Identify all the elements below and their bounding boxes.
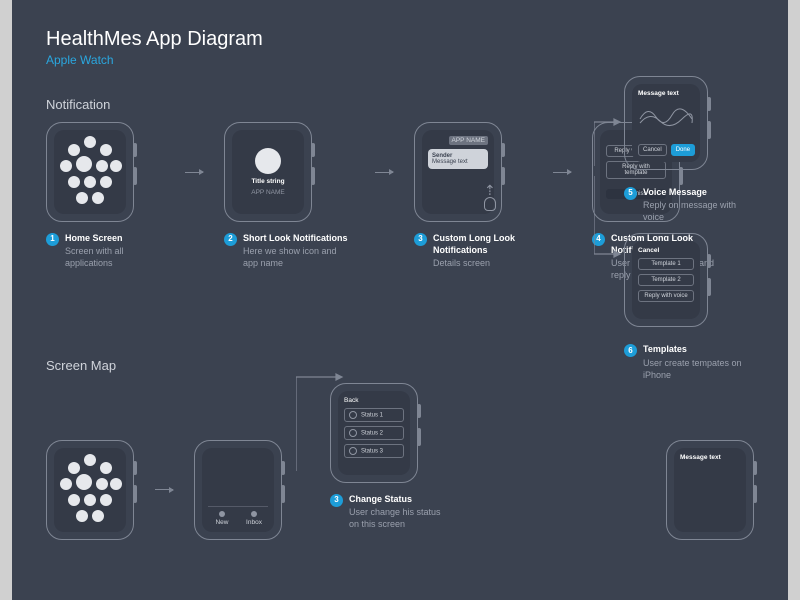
watch-frame: Message text Cancel Done xyxy=(624,76,708,170)
step-6-caption: 6 TemplatesUser create tempates on iPhon… xyxy=(624,343,742,380)
watch-side-button-icon xyxy=(417,428,421,446)
watch-crown-icon xyxy=(311,143,315,157)
tab-inbox[interactable]: Inbox xyxy=(246,519,262,526)
status-option[interactable]: Status 2 xyxy=(344,426,404,440)
watch-frame: Message text xyxy=(666,440,754,540)
watch-face: Title string APP NAME xyxy=(232,130,304,214)
notification-card: Sender Message text xyxy=(428,149,488,169)
map-step-3: Back Status 1 Status 2 Status 3 3 Change… xyxy=(330,383,448,530)
title-string: Title string xyxy=(251,178,284,185)
watch-face: New Inbox xyxy=(202,448,274,532)
side-column: Message text Cancel Done 5 Voice Message… xyxy=(624,76,764,381)
done-button[interactable]: Done xyxy=(671,144,695,156)
page-subtitle: Apple Watch xyxy=(46,53,754,67)
step-badge: 2 xyxy=(224,233,237,246)
screenmap-row: New Inbox Back Status 1 Status 2 Status … xyxy=(46,383,754,540)
status-option[interactable]: Status 3 xyxy=(344,444,404,458)
step-2: Title string APP NAME 2 Short Look Notif… xyxy=(224,122,354,269)
step-1-caption: 1 Home ScreenScreen with all application… xyxy=(46,232,164,269)
watch-frame: Back Status 1 Status 2 Status 3 xyxy=(330,383,418,483)
connector-icon xyxy=(594,116,624,266)
page-title: HealthMes App Diagram xyxy=(46,28,754,51)
watch-side-button-icon xyxy=(707,121,711,139)
app-icon xyxy=(255,148,281,174)
template-button[interactable]: Template 1 xyxy=(638,258,694,270)
watch-apps-grid xyxy=(54,130,126,214)
template-button[interactable]: Template 2 xyxy=(638,274,694,286)
map-step-2: New Inbox xyxy=(194,440,282,540)
waveform-icon xyxy=(638,101,694,127)
watch-crown-icon xyxy=(281,461,285,475)
step-badge: 1 xyxy=(46,233,59,246)
step-2-caption: 2 Short Look NotificationsHere we show i… xyxy=(224,232,354,269)
watch-side-button-icon xyxy=(133,167,137,185)
watch-side-button-icon xyxy=(753,485,757,503)
diagram-board: HealthMes App Diagram Apple Watch Notifi… xyxy=(12,0,788,600)
arrow-icon xyxy=(550,122,574,222)
step-3: APP NAME Sender Message text 3 Custom Lo… xyxy=(414,122,532,269)
watch-frame: Cancel Template 1 Template 2 Reply with … xyxy=(624,233,708,327)
watch-frame: Title string APP NAME xyxy=(224,122,312,222)
step-badge: 3 xyxy=(330,494,343,507)
voice-header: Message text xyxy=(638,90,694,97)
watch-frame xyxy=(46,122,134,222)
watch-crown-icon xyxy=(501,143,505,157)
template-button[interactable]: Reply with voice xyxy=(638,290,694,302)
arrow-icon xyxy=(152,440,176,540)
message-header: Message text xyxy=(680,454,740,461)
arrow-icon xyxy=(372,122,396,222)
back-label[interactable]: Back xyxy=(344,397,404,404)
step-badge: 3 xyxy=(414,233,427,246)
tab-new[interactable]: New xyxy=(215,519,228,526)
map-step-1 xyxy=(46,440,134,540)
status-option[interactable]: Status 1 xyxy=(344,408,404,422)
watch-face: Message text xyxy=(674,448,746,532)
app-name-tag: APP NAME xyxy=(449,136,488,145)
step-badge: 6 xyxy=(624,344,637,357)
watch-side-button-icon xyxy=(281,485,285,503)
watch-apps-grid xyxy=(54,448,126,532)
map-step-4: Message text xyxy=(666,440,754,540)
step-badge: 5 xyxy=(624,187,637,200)
watch-side-button-icon xyxy=(311,167,315,185)
watch-crown-icon xyxy=(417,404,421,418)
watch-side-button-icon xyxy=(133,485,137,503)
swipe-up-icon: ⇡ xyxy=(484,182,496,211)
step-3-caption: 3 Custom Long Look NotificationsDetails … xyxy=(414,232,532,269)
watch-frame: New Inbox xyxy=(194,440,282,540)
app-name-label: APP NAME xyxy=(251,189,284,196)
watch-side-button-icon xyxy=(501,167,505,185)
watch-crown-icon xyxy=(133,461,137,475)
watch-frame xyxy=(46,440,134,540)
watch-crown-icon xyxy=(753,461,757,475)
templates-header: Cancel xyxy=(638,247,694,254)
watch-crown-icon xyxy=(707,254,711,268)
watch-crown-icon xyxy=(707,97,711,111)
map-step-3-caption: 3 Change StatusUser change his status on… xyxy=(330,493,448,530)
watch-side-button-icon xyxy=(707,278,711,296)
cancel-button[interactable]: Cancel xyxy=(638,144,667,156)
arrow-icon xyxy=(182,122,206,222)
watch-face: Message text Cancel Done xyxy=(632,84,700,162)
watch-face: Cancel Template 1 Template 2 Reply with … xyxy=(632,241,700,319)
watch-face: Back Status 1 Status 2 Status 3 xyxy=(338,391,410,475)
step-5-caption: 5 Voice MessageReply on message with voi… xyxy=(624,186,742,223)
step-1: 1 Home ScreenScreen with all application… xyxy=(46,122,164,269)
watch-crown-icon xyxy=(133,143,137,157)
